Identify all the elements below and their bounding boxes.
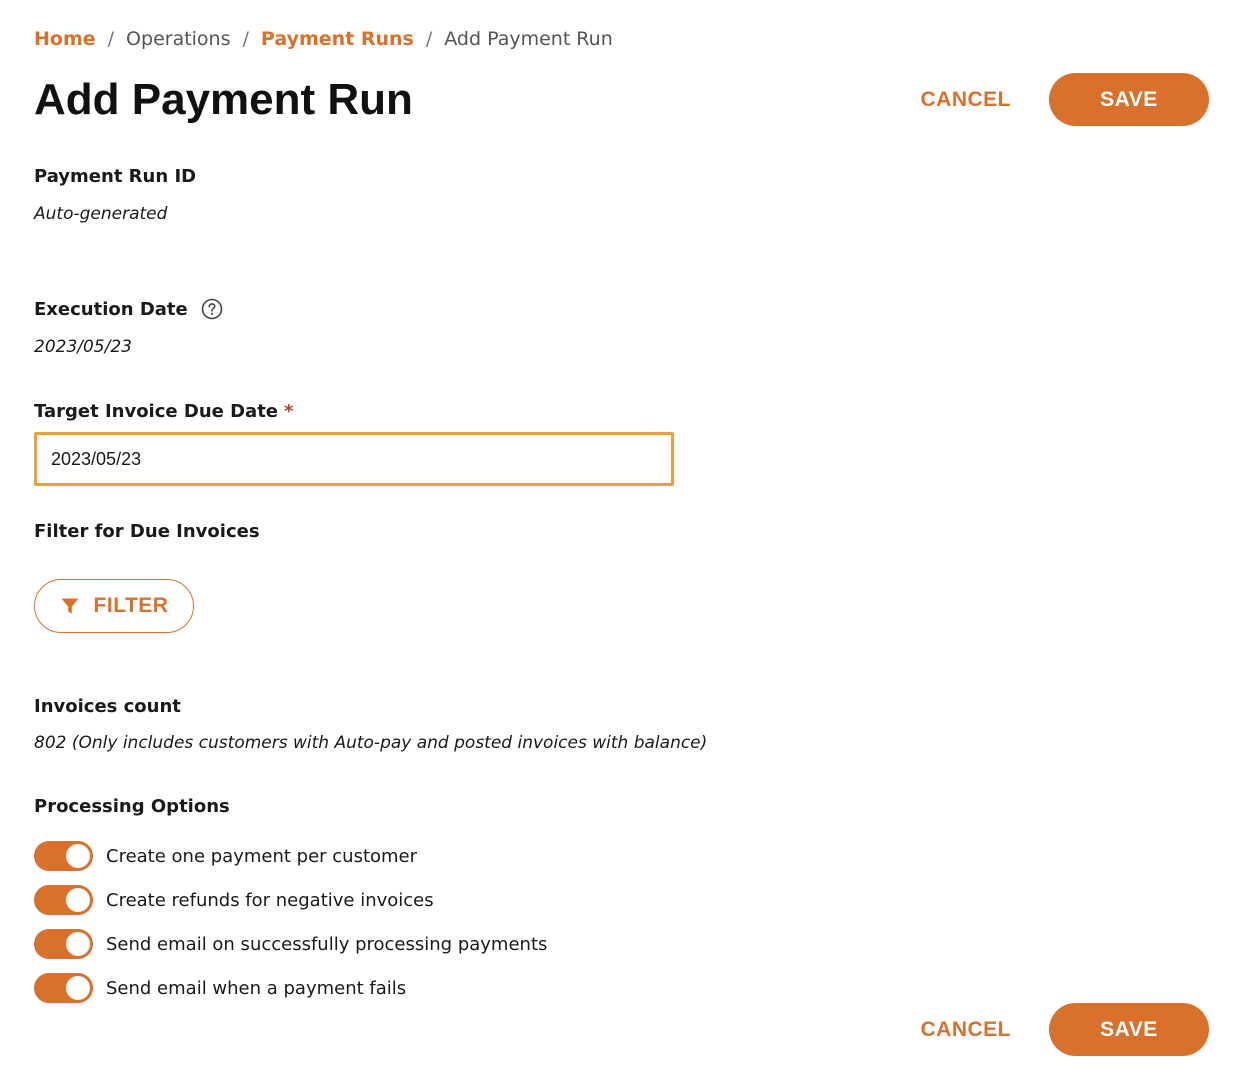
breadcrumb-separator: / xyxy=(425,28,433,50)
processing-option: Send email when a payment fails xyxy=(34,973,406,1003)
toggle-knob xyxy=(66,844,90,868)
target-invoice-due-date-label: Target Invoice Due Date * xyxy=(34,401,293,422)
cancel-button[interactable]: CANCEL xyxy=(921,88,1012,112)
invoices-count-value: 802 (Only includes customers with Auto-p… xyxy=(34,733,708,753)
invoices-count-label: Invoices count xyxy=(34,696,181,717)
toggle-knob xyxy=(66,888,90,912)
toggle-knob xyxy=(66,976,90,1000)
invoices-count-label-text: Invoices count xyxy=(34,696,181,717)
required-marker: * xyxy=(284,401,294,422)
toggle-switch[interactable] xyxy=(34,885,93,915)
header-actions: CANCEL SAVE xyxy=(921,73,1209,126)
funnel-icon xyxy=(60,596,80,616)
processing-option: Send email on successfully processing pa… xyxy=(34,929,547,959)
breadcrumb-payment-runs-link[interactable]: Payment Runs xyxy=(261,28,414,50)
save-button[interactable]: SAVE xyxy=(1049,1003,1209,1056)
target-invoice-due-date-input[interactable] xyxy=(34,432,674,486)
processing-options-label-text: Processing Options xyxy=(34,796,230,817)
cancel-button[interactable]: CANCEL xyxy=(921,1018,1012,1042)
question-circle-icon[interactable] xyxy=(201,298,223,320)
processing-option-label: Send email when a payment fails xyxy=(106,977,407,999)
payment-run-id-label: Payment Run ID xyxy=(34,166,196,187)
save-button[interactable]: SAVE xyxy=(1049,73,1209,126)
breadcrumb-home-link[interactable]: Home xyxy=(34,28,96,50)
processing-option-label: Send email on successfully processing pa… xyxy=(106,933,548,955)
processing-option: Create refunds for negative invoices xyxy=(34,885,434,915)
processing-options-label: Processing Options xyxy=(34,796,230,817)
processing-option-label: Create one payment per customer xyxy=(106,845,418,867)
execution-date-value: 2023/05/23 xyxy=(34,337,132,357)
toggle-switch[interactable] xyxy=(34,841,93,871)
payment-run-id-value: Auto-generated xyxy=(34,204,168,224)
target-invoice-due-date-label-text: Target Invoice Due Date xyxy=(34,401,279,422)
footer-actions: CANCEL SAVE xyxy=(921,1003,1209,1056)
filter-button-label: FILTER xyxy=(93,594,169,617)
processing-option-label: Create refunds for negative invoices xyxy=(106,889,434,911)
toggle-switch[interactable] xyxy=(34,929,93,959)
breadcrumb: Home / Operations / Payment Runs / Add P… xyxy=(34,26,613,52)
payment-run-id-label-text: Payment Run ID xyxy=(34,166,197,187)
execution-date-label: Execution Date xyxy=(34,298,223,320)
breadcrumb-current: Add Payment Run xyxy=(444,28,613,50)
toggle-knob xyxy=(66,932,90,956)
processing-option: Create one payment per customer xyxy=(34,841,417,871)
page-title: Add Payment Run xyxy=(34,75,413,124)
execution-date-label-text: Execution Date xyxy=(34,298,188,320)
breadcrumb-operations: Operations xyxy=(126,28,231,50)
filter-due-invoices-label-text: Filter for Due Invoices xyxy=(34,521,260,542)
filter-due-invoices-label: Filter for Due Invoices xyxy=(34,521,260,542)
breadcrumb-separator: / xyxy=(107,28,115,50)
filter-button[interactable]: FILTER xyxy=(34,579,194,633)
toggle-switch[interactable] xyxy=(34,973,93,1003)
breadcrumb-separator: / xyxy=(242,28,249,50)
